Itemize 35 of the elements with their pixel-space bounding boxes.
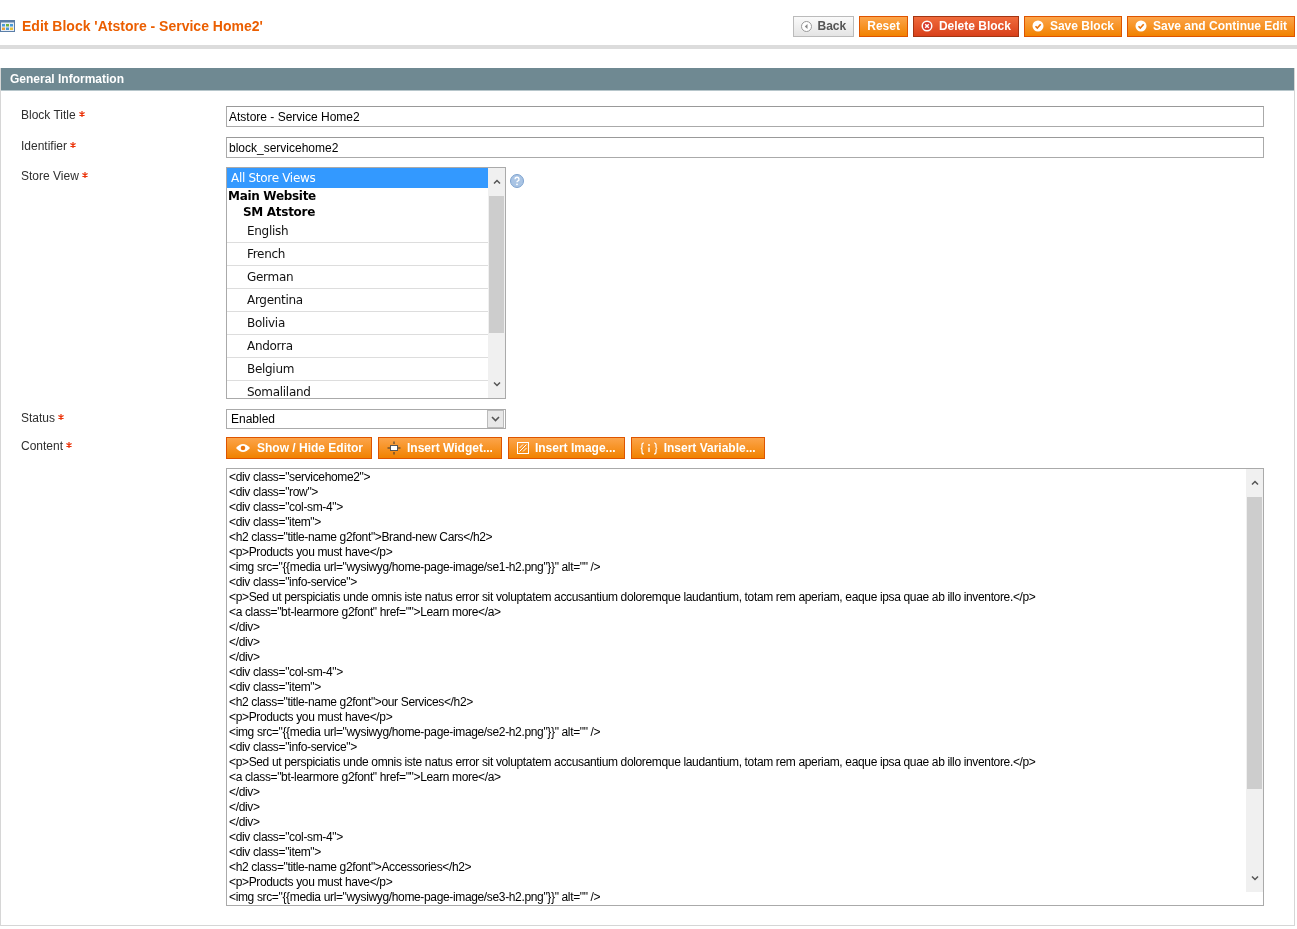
image-icon	[516, 442, 529, 454]
delete-icon	[920, 20, 933, 32]
braces-icon	[639, 441, 658, 455]
field-label: Block Title	[21, 108, 76, 122]
field-label: Store View	[21, 169, 79, 183]
text-field[interactable]: block_servicehome2	[226, 137, 1264, 158]
list-option[interactable]: Argentina	[227, 289, 488, 312]
content-editor[interactable]: <div class="servicehome2"> <div class="row"> <div class="col-sm-4"> <div class="item"> <h2 class="title-name g2font">Brand-new Cars</h2> <p>Products you must have</p> <img src="{{media url="wysiwyg/home-page-image/se1-h2.png"}}" alt="" /> <div class="info-service"> <p>Sed ut perspiciatis unde omnis iste natus error sit voluptatem accusantium doloremque laudantium, totam rem aperiam, eaque ipsa quae ab illo inventore.</p> <a class="bt-learmore g2font" href="">Learn more</a> </div> </div> </div> <div class="col-sm-4"> <div class="item"> <h2 class="title-name g2font">our Services</h2> <p>Products you must have</p> <img src="{{media url="wysiwyg/home-page-image/se2-h2.png"}}" alt="" /> <div class="info-service"> <p>Sed ut perspiciatis unde omnis iste natus error sit voluptatem accusantium doloremque laudantium, totam rem aperiam, eaque ipsa quae ab illo inventore.</p> <a class="bt-learmore g2font" href="">Learn more</a> </div> </div> </div> <div class="col-sm-4"> <div class="item"> <h2 class="title-name g2font">Accessories</h2> <p>Products you must have</p> <img src="{{media url="wysiwyg/home-page-image/se3-h2.png"}}" alt="" />	[226, 468, 1264, 906]
checkmark-icon	[1135, 20, 1147, 32]
status-dropdown[interactable]: Enabled	[226, 409, 506, 429]
checkmark-icon	[1031, 20, 1044, 32]
delete-button[interactable]: Delete Block	[912, 15, 1019, 37]
list-option[interactable]: French	[227, 243, 488, 266]
scrollbar[interactable]	[488, 168, 505, 398]
scrollbar[interactable]	[1246, 469, 1263, 892]
grid-icon	[0, 20, 15, 32]
section-title: General Information	[10, 72, 125, 86]
store-view-listbox[interactable]: All Store Views Main Website SM Atstore English French German Argentina Bolivia Andorra Belgium Somaliland	[226, 167, 506, 399]
option-group-label: SM Atstore	[242, 204, 316, 220]
field-label: Content	[21, 439, 64, 453]
field-label: Identifier	[21, 139, 68, 153]
list-option[interactable]: English	[227, 220, 488, 243]
list-option[interactable]: Bolivia	[227, 312, 488, 335]
list-option[interactable]: Belgium	[227, 358, 488, 381]
list-option[interactable]: German	[227, 266, 488, 289]
list-option[interactable]: Andorra	[227, 335, 488, 358]
help-icon[interactable]	[510, 174, 524, 188]
chevron-down-icon	[491, 416, 500, 422]
back-button[interactable]: Back	[792, 15, 855, 37]
crosshair-icon	[387, 441, 401, 455]
field-label: Status	[21, 411, 56, 425]
text-field[interactable]: Atstore - Service Home2	[226, 106, 1264, 127]
page-title: Edit Block 'Atstore - Service Home2'	[22, 18, 263, 34]
option-group-label: Main Website	[227, 188, 317, 204]
eye-icon	[235, 443, 251, 453]
